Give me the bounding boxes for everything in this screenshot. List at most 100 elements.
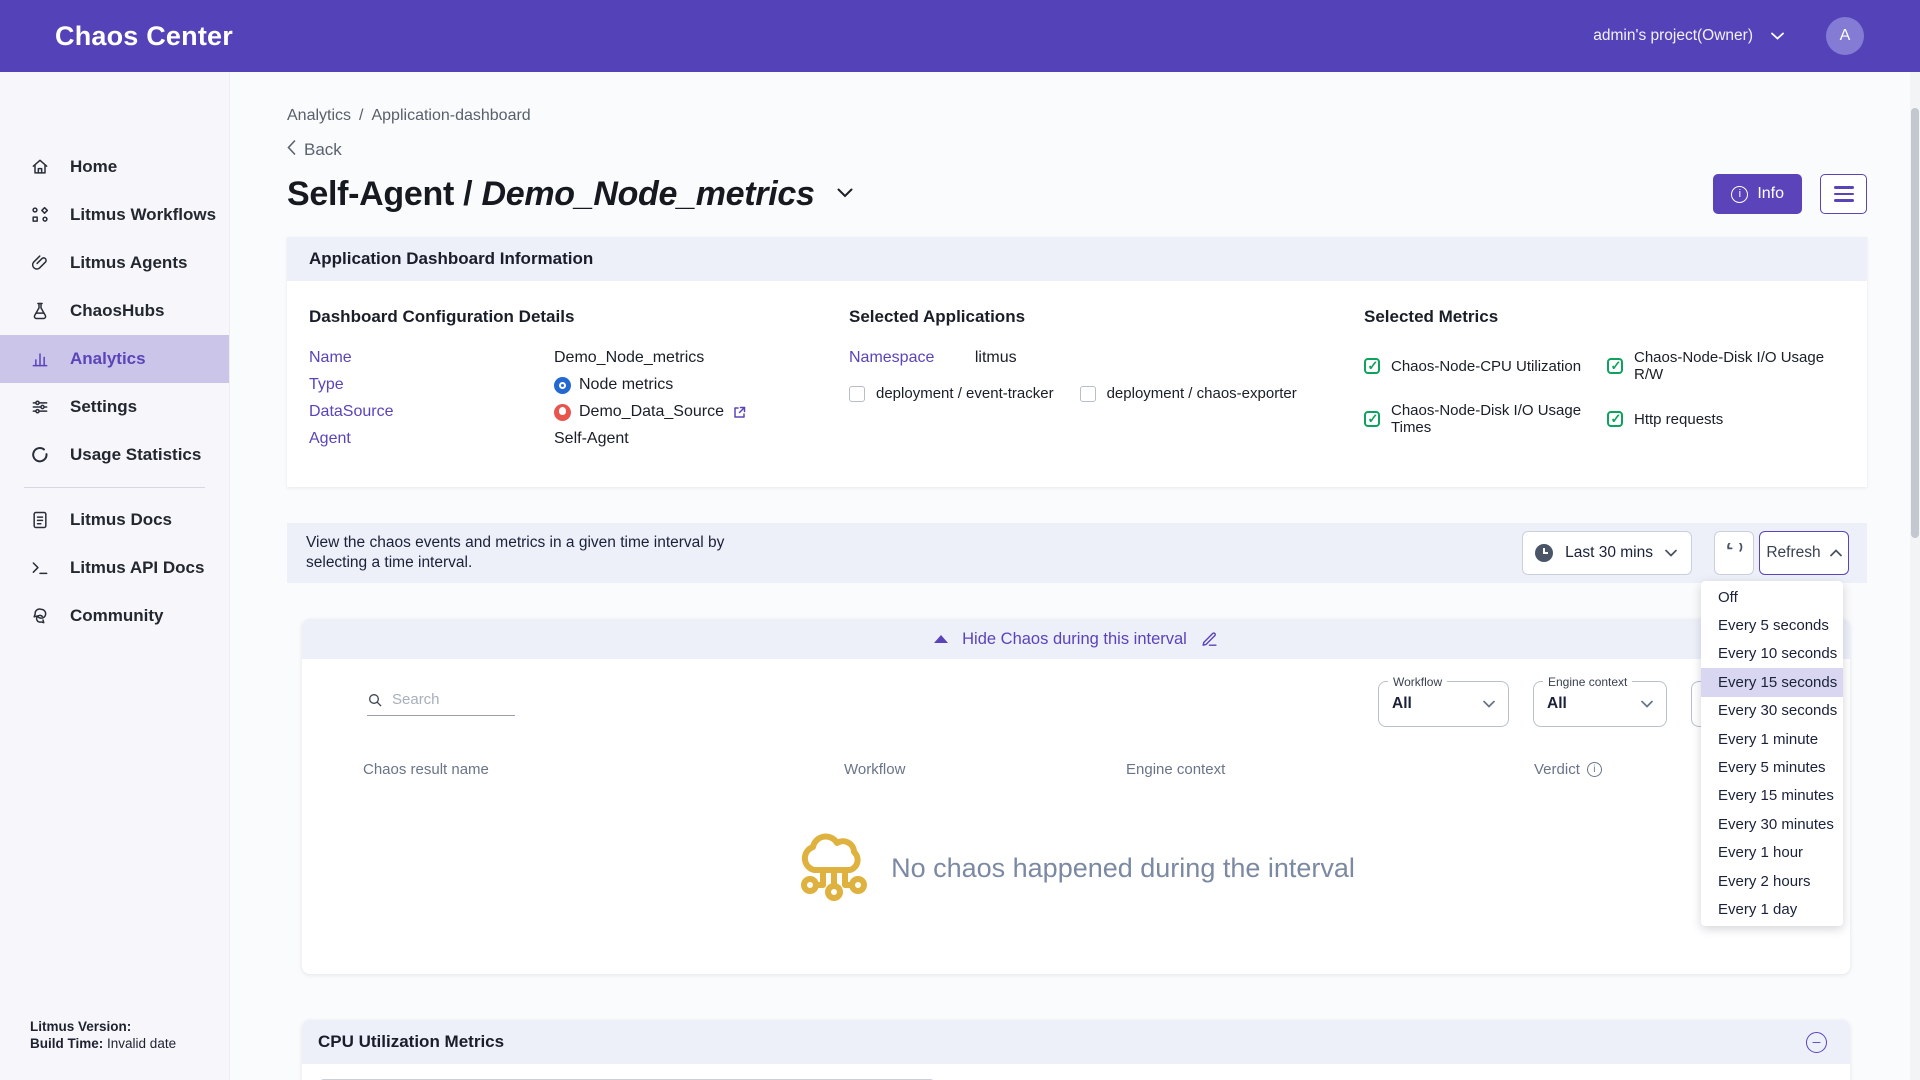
time-range-value: Last 30 mins [1565,544,1653,562]
collapse-section-button[interactable] [1806,1032,1827,1053]
cpu-utilization-title: CPU Utilization Metrics [318,1032,504,1052]
metric-checkbox-disk-io-rw[interactable]: Chaos-Node-Disk I/O Usage R/W [1607,349,1845,383]
empty-state: No chaos happened during the interval [302,828,1850,908]
agent-name: Self-Agent / [287,175,472,213]
checkbox-unchecked-icon [1080,386,1096,402]
column-workflow: Workflow [844,761,1126,778]
refresh-interval-menu: Off Every 5 seconds Every 10 seconds Eve… [1701,581,1843,926]
verdict-info-icon[interactable]: i [1587,762,1602,777]
hide-chaos-toggle[interactable]: Hide Chaos during this interval [302,619,1850,659]
sliders-icon [30,397,50,417]
info-icon: i [1731,186,1748,203]
sidebar-item-usage-statistics[interactable]: Usage Statistics [0,431,229,479]
selected-metrics-column: Selected Metrics Chaos-Node-CPU Utilizat… [1364,307,1845,457]
back-button[interactable]: Back [287,140,1867,160]
page-title: Self-Agent / Demo_Node_metrics [287,175,815,214]
interval-bar: View the chaos events and metrics in a g… [287,523,1867,583]
info-button[interactable]: i Info [1713,174,1802,214]
interval-description: View the chaos events and metrics in a g… [306,533,766,573]
home-icon [30,157,50,177]
main-content: Analytics / Application-dashboard Back S… [230,72,1920,1080]
checkbox-unchecked-icon [849,386,865,402]
breadcrumb-analytics[interactable]: Analytics [287,107,351,125]
chevron-down-icon [1771,27,1784,45]
metric-checkbox-disk-io-times[interactable]: Chaos-Node-Disk I/O Usage Times [1364,402,1607,436]
refresh-icon [1724,543,1744,563]
column-verdict: Verdict i [1534,761,1602,778]
sidebar-item-chaoshubs[interactable]: ChaosHubs [0,287,229,335]
cpu-utilization-card: CPU Utilization Metrics [302,1020,1850,1080]
configuration-details-column: Dashboard Configuration Details Name Dem… [309,307,849,457]
column-chaos-result-name: Chaos result name [363,761,844,778]
metric-checkbox-http-requests[interactable]: Http requests [1607,402,1845,436]
vertical-scrollbar[interactable] [1910,72,1920,1080]
workflows-icon [30,205,50,225]
menu-button[interactable] [1820,174,1867,214]
sidebar-item-litmus-workflows[interactable]: Litmus Workflows [0,191,229,239]
node-metrics-icon [554,377,571,394]
menu-item-every-10-seconds[interactable]: Every 10 seconds [1701,640,1843,668]
menu-item-every-5-seconds[interactable]: Every 5 seconds [1701,611,1843,639]
clock-icon [1535,544,1553,562]
application-checkbox-chaos-exporter[interactable]: deployment / chaos-exporter [1080,385,1297,402]
menu-item-every-1-hour[interactable]: Every 1 hour [1701,839,1843,867]
menu-item-every-2-hours[interactable]: Every 2 hours [1701,867,1843,895]
menu-item-every-5-minutes[interactable]: Every 5 minutes [1701,753,1843,781]
selected-applications-column: Selected Applications Namespace litmus d… [849,307,1364,457]
time-range-select[interactable]: Last 30 mins [1522,531,1692,575]
breadcrumb-application-dashboard[interactable]: Application-dashboard [371,107,530,125]
cloud-network-icon [797,828,871,908]
hamburger-icon [1834,186,1854,189]
menu-item-every-15-minutes[interactable]: Every 15 minutes [1701,782,1843,810]
chevron-down-icon [1641,700,1653,708]
usage-icon [30,445,50,465]
prometheus-icon [554,404,571,421]
engine-context-filter-select[interactable]: Engine context All [1533,681,1667,727]
checkbox-checked-icon [1364,411,1380,427]
chat-icon [30,606,50,626]
refresh-now-button[interactable] [1714,531,1754,575]
menu-item-every-1-day[interactable]: Every 1 day [1701,895,1843,923]
dashboard-switcher-chevron-icon[interactable] [837,185,853,203]
menu-item-every-30-seconds[interactable]: Every 30 seconds [1701,697,1843,725]
hide-chaos-label: Hide Chaos during this interval [962,630,1187,649]
chevron-down-icon [1665,549,1677,557]
menu-item-every-15-seconds[interactable]: Every 15 seconds [1701,668,1843,696]
search-box [367,691,515,716]
checkbox-checked-icon [1607,358,1623,374]
sidebar-item-home[interactable]: Home [0,143,229,191]
litmus-version-label: Litmus Version: [30,1019,131,1034]
sidebar-item-litmus-docs[interactable]: Litmus Docs [0,496,229,544]
bar-chart-icon [30,349,50,369]
sidebar-item-litmus-agents[interactable]: Litmus Agents [0,239,229,287]
top-header: Chaos Center admin's project(Owner) A [0,0,1920,72]
menu-item-off[interactable]: Off [1701,583,1843,611]
column-engine-context: Engine context [1126,761,1534,778]
sidebar-item-litmus-api-docs[interactable]: Litmus API Docs [0,544,229,592]
project-picker[interactable]: admin's project(Owner) [1593,27,1784,45]
menu-item-every-1-minute[interactable]: Every 1 minute [1701,725,1843,753]
namespace-value: litmus [975,349,1017,366]
scrollbar-thumb[interactable] [1911,108,1919,538]
sidebar-item-settings[interactable]: Settings [0,383,229,431]
chevron-up-icon [1830,549,1842,557]
checkbox-checked-icon [1607,411,1623,427]
config-row-datasource: DataSource Demo_Data_Source [309,403,849,421]
refresh-interval-button[interactable]: Refresh [1759,531,1849,575]
build-time-label: Build Time: [30,1036,103,1051]
sidebar-item-analytics[interactable]: Analytics [0,335,229,383]
document-icon [30,510,50,530]
external-link-icon[interactable] [732,405,747,420]
workflow-filter-select[interactable]: Workflow All [1378,681,1509,727]
project-label: admin's project(Owner) [1593,27,1753,45]
application-checkbox-event-tracker[interactable]: deployment / event-tracker [849,385,1054,402]
metric-checkbox-cpu-utilization[interactable]: Chaos-Node-CPU Utilization [1364,349,1607,383]
search-input[interactable] [392,691,502,708]
version-info: Litmus Version: Build Time: Invalid date [30,1018,176,1052]
chevron-down-icon [1483,700,1495,708]
menu-item-every-30-minutes[interactable]: Every 30 minutes [1701,810,1843,838]
sidebar-divider [24,487,205,488]
avatar[interactable]: A [1826,17,1864,55]
checkbox-checked-icon [1364,358,1380,374]
sidebar-item-community[interactable]: Community [0,592,229,640]
